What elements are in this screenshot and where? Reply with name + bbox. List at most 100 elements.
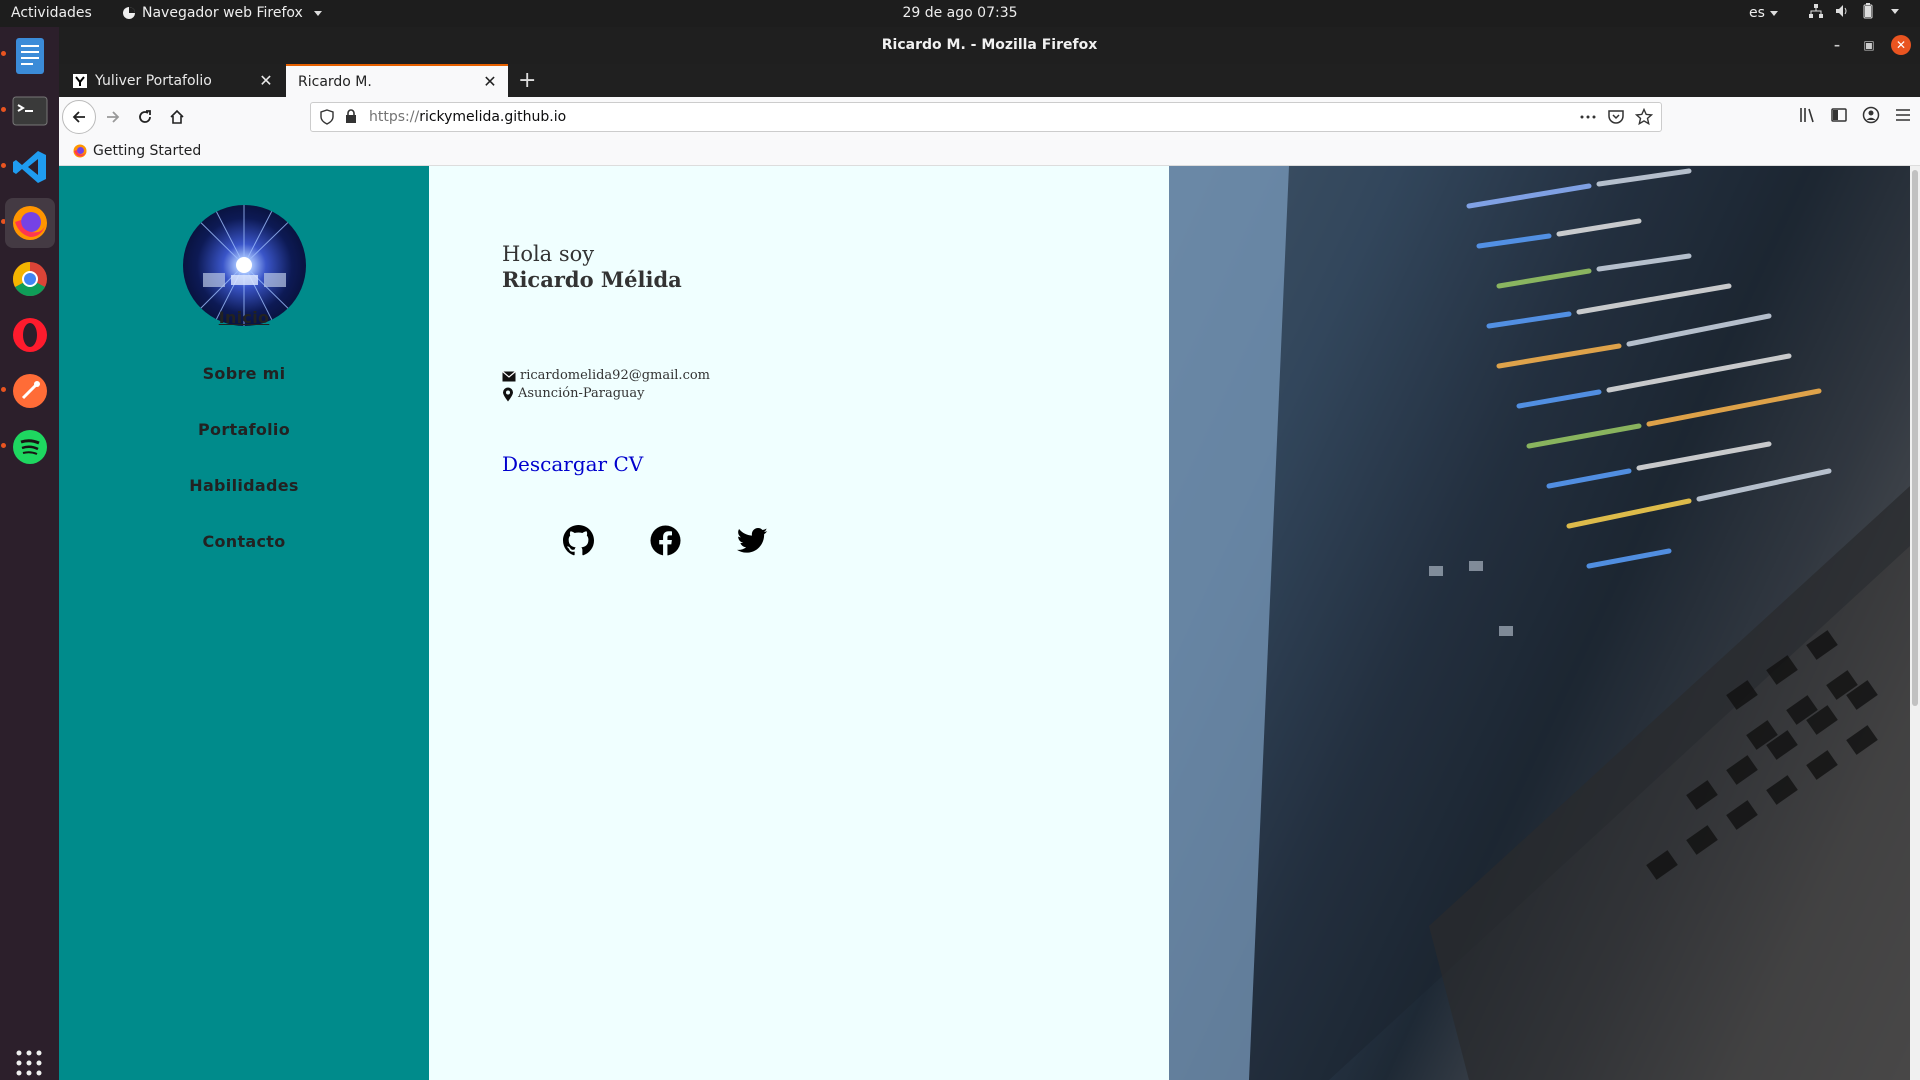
page-scrollbar[interactable]	[1910, 166, 1920, 1080]
clock[interactable]: 29 de ago 07:35	[902, 5, 1017, 21]
dock-postman[interactable]	[5, 366, 55, 416]
app-menu-label: Navegador web Firefox	[142, 5, 303, 21]
minimize-button[interactable]: –	[1827, 35, 1847, 55]
dock-spotify[interactable]	[5, 422, 55, 472]
nav-sobre-mi[interactable]: Sobre mi	[59, 364, 429, 383]
sidebar-toggle-icon[interactable]	[1830, 106, 1848, 124]
input-language-menu[interactable]: es	[1749, 5, 1778, 21]
location-text: Asunción-Paraguay	[518, 386, 645, 401]
bookmark-getting-started[interactable]: Getting Started	[73, 143, 201, 159]
firefox-icon	[13, 206, 47, 240]
hamburger-menu-icon[interactable]	[1894, 106, 1912, 124]
page-actions	[1579, 108, 1653, 126]
notes-icon	[16, 38, 44, 74]
dock-firefox[interactable]	[5, 198, 55, 248]
window-titlebar[interactable]: Ricardo M. - Mozilla Firefox – ▣ ✕	[59, 27, 1920, 64]
hero-laptop-photo	[1169, 166, 1910, 1080]
tab-ricardo-m[interactable]: Ricardo M. ✕	[286, 64, 508, 97]
volume-icon	[1836, 5, 1847, 17]
app-menu[interactable]: Navegador web Firefox	[122, 5, 322, 21]
more-actions-icon[interactable]	[1579, 108, 1597, 126]
language-label: es	[1749, 5, 1765, 21]
chevron-down-icon	[1891, 8, 1899, 14]
web-page: Inicio Sobre mi Portafolio Habilidades C…	[59, 166, 1920, 1080]
pocket-icon[interactable]	[1607, 108, 1625, 126]
home-button[interactable]	[162, 102, 192, 132]
bookmark-star-icon[interactable]	[1635, 108, 1653, 126]
reload-icon	[139, 110, 151, 123]
nav-contacto[interactable]: Contacto	[59, 532, 429, 551]
account-icon[interactable]	[1862, 106, 1880, 124]
site-sidebar: Inicio Sobre mi Portafolio Habilidades C…	[59, 166, 429, 1080]
bookmark-label: Getting Started	[93, 143, 202, 159]
email-text: ricardomelida92@gmail.com	[520, 368, 710, 383]
vscode-icon	[13, 151, 46, 183]
show-applications-button[interactable]	[16, 1050, 42, 1080]
arrow-right-icon	[107, 111, 120, 123]
chrome-icon	[12, 262, 47, 296]
laptop-code-image	[1169, 166, 1910, 1080]
tab-label: Ricardo M.	[298, 73, 372, 90]
activities-button[interactable]: Actividades	[11, 5, 92, 21]
github-icon[interactable]	[563, 525, 594, 556]
terminal-icon	[12, 96, 48, 126]
spotify-icon	[13, 430, 47, 464]
tab-bar: Yuliver Portafolio ✕ Ricardo M. ✕ +	[59, 64, 1920, 97]
dock-vscode[interactable]	[5, 142, 55, 192]
nav-portafolio[interactable]: Portafolio	[59, 420, 429, 439]
opera-icon	[13, 318, 47, 352]
dock-opera[interactable]	[5, 310, 55, 360]
library-icon[interactable]	[1798, 106, 1816, 124]
full-name: Ricardo Mélida	[502, 267, 682, 292]
url-text: https://rickymelida.github.io	[369, 109, 566, 125]
forward-button[interactable]	[98, 102, 128, 132]
intro-section: Hola soy Ricardo Mélida ricardomelida92@…	[429, 166, 1169, 1080]
scrollbar-thumb[interactable]	[1912, 170, 1918, 706]
map-pin-icon	[503, 387, 513, 401]
toolbar-right	[1798, 106, 1912, 124]
maximize-button[interactable]: ▣	[1859, 35, 1879, 55]
lock-icon[interactable]	[344, 108, 358, 124]
system-tray[interactable]	[1808, 3, 1899, 19]
new-tab-button[interactable]: +	[518, 68, 536, 93]
tab-yuliver-portafolio[interactable]: Yuliver Portafolio ✕	[63, 64, 284, 97]
intro-heading: Hola soy Ricardo Mélida	[502, 241, 682, 293]
bookmarks-toolbar: Getting Started	[59, 137, 1920, 166]
yuliver-favicon-icon	[73, 73, 87, 88]
chevron-down-icon	[1769, 10, 1778, 16]
navigation-toolbar: https://rickymelida.github.io	[59, 97, 1920, 137]
window-controls: – ▣ ✕	[1827, 35, 1911, 55]
url-bar[interactable]: https://rickymelida.github.io	[310, 102, 1662, 132]
firefox-favicon-icon	[73, 144, 87, 158]
facebook-icon[interactable]	[650, 525, 681, 556]
nav-habilidades[interactable]: Habilidades	[59, 476, 429, 495]
nav-inicio[interactable]: Inicio	[59, 308, 429, 327]
app-grid-icon	[16, 1050, 42, 1076]
email-row: ricardomelida92@gmail.com	[502, 367, 710, 385]
postman-icon	[13, 374, 47, 408]
window-title: Ricardo M. - Mozilla Firefox	[881, 37, 1098, 53]
dock-terminal[interactable]	[5, 86, 55, 136]
close-tab-icon[interactable]: ✕	[256, 71, 276, 90]
envelope-icon	[502, 370, 516, 381]
download-cv-link[interactable]: Descargar CV	[502, 452, 643, 476]
url-host: rickymelida.github.io	[419, 109, 567, 125]
back-button[interactable]	[62, 100, 96, 134]
gnome-top-bar: Actividades Navegador web Firefox 29 de …	[0, 0, 1920, 27]
arrow-left-icon	[72, 111, 85, 123]
tracking-shield-icon[interactable]	[319, 109, 335, 125]
battery-icon	[1863, 3, 1873, 19]
close-window-button[interactable]: ✕	[1891, 35, 1911, 55]
url-scheme: https://	[369, 109, 420, 125]
chevron-down-icon	[313, 10, 322, 16]
ubuntu-dock	[0, 27, 59, 1080]
twitter-icon[interactable]	[737, 525, 768, 556]
home-icon	[170, 109, 184, 124]
dock-notes[interactable]	[5, 31, 55, 81]
firefox-app-icon	[123, 7, 135, 19]
dock-chrome[interactable]	[5, 254, 55, 304]
reload-button[interactable]	[130, 102, 160, 132]
close-tab-icon[interactable]: ✕	[480, 72, 500, 91]
greeting: Hola soy	[502, 242, 595, 266]
contact-info: ricardomelida92@gmail.com Asunción-Parag…	[502, 367, 710, 403]
